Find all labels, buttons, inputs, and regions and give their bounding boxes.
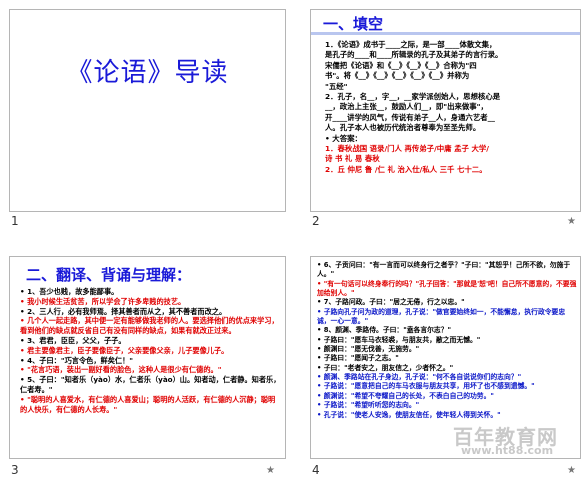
slide-text-line: • 7、子路问政。子曰："居之无倦，行之以忠。" [317, 298, 465, 307]
slide-4-star-icon: ★ [567, 465, 576, 476]
slide-2-line: 1．《论语》成书于____之际，是一部____体散文集， [325, 40, 497, 49]
slide-text-line: • 君主要像君主，臣子要像臣子，父亲要像父亲，儿子要像儿子。 [20, 345, 229, 355]
slide-2-answer: 2．丘 仲尼 鲁 /仁 礼 治入仕/私人 三千 七十二。 [325, 164, 487, 174]
slide-text-line: • 8、颜渊、季路侍。子曰："盍各言尔志？" [317, 326, 452, 335]
slide-text-line: • "花言巧语，装出一副好看的脸色，这种人是很少有仁德的。" [20, 365, 222, 375]
slide-text-line: • 孔子说："使老人安逸，使朋友信任，使年轻人得到关怀。" [317, 410, 501, 419]
slide-4-body: • 6、子贡问曰："有一言而可以终身行之者乎？"子曰："其恕乎！己所不欲，勿施于… [317, 261, 577, 420]
slide-text-line: • 子路说："愿意把自己的车马衣服与朋友共享，用坏了也不感到遗憾。" [317, 382, 535, 391]
slide-2-answer: 1．春秋战国 语录/门人 再传弟子/中庸 孟子 大学/ [325, 144, 489, 154]
slide-2-answer: 诗 书 礼 易 春秋 [325, 154, 380, 164]
slide-2-line: 2．孔子，名__，字__，__家学派创始人，思想核心是 [325, 92, 501, 102]
slide-3-thumbnail[interactable]: 二、翻译、背诵与理解： • 1、吾少也贱，故多能鄙事。 • 我小时候生活贫苦，所以… [9, 256, 286, 459]
slide-text-line: • 1、吾少也贱，故多能鄙事。 [20, 287, 119, 296]
slide-3-star-icon: ★ [266, 465, 275, 476]
slide-2-thumbnail[interactable]: 一、填空 1．《论语》成书于____之际，是一部____体散文集， 是孔子的__… [310, 9, 581, 212]
slide-4-thumbnail[interactable]: • 6、子贡问曰："有一言而可以终身行之者乎？"子曰："其恕乎！己所不欲，勿施于… [310, 256, 581, 459]
slide-3-heading: 二、翻译、背诵与理解： [26, 266, 192, 284]
slide-text-line: • 颜渊说："希望不夸耀自己的长处，不表白自己的功劳。" [317, 391, 494, 400]
slide-text-line: • 4、子曰："巧言令色，鲜矣仁！" [20, 355, 134, 365]
slide-text-line: • 子路向孔子问为政的道理，孔子说："做官要始终如一，不能懈怠，执行政令要忠诚，… [317, 307, 566, 326]
slide-2-line: "五经" [325, 81, 348, 91]
slide-text-line: • 子曰："老者安之，朋友信之，少者怀之。" [317, 363, 454, 372]
slide-1-number: 1 [11, 214, 19, 228]
slide-2-line: 人。孔子本人也被历代统治者尊奉为至圣先师。 [325, 123, 481, 133]
slide-text-line: • 3、君君，臣臣，父父，子子。 [20, 335, 126, 345]
slide-2-body: 1．《论语》成书于____之际，是一部____体散文集， 是孔子的____和__… [325, 40, 570, 175]
slide-text-line: • 子路曰："愿闻子之志。" [317, 354, 399, 363]
slide-3-number: 3 [11, 463, 19, 477]
slide-3-body: • 1、吾少也贱，故多能鄙事。 • 我小时候生活贫苦，所以学会了许多卑贱的技艺。 •… [20, 287, 282, 414]
slide-2-heading: 一、填空 [323, 15, 384, 33]
slide-1-title: 《论语》导读 [66, 58, 229, 88]
slide-text-line: • 几个人一起走路，其中便一定有能够做我老师的人。要选择他们的优点来学习，看到他… [20, 316, 279, 336]
slide-text-line: • "聪明的人喜爱水，有仁德的人喜爱山；聪明的人活跃，有仁德的人沉静；聪明的人快… [20, 394, 276, 414]
slide-2-line: __，政治上主张__，鼓励人们__，即"出来做事"， [325, 102, 488, 112]
slide-2-line: 宋儒把《论语》和《__》《__》《__》合称为"四 [325, 60, 477, 70]
slide-2-divider [311, 32, 580, 35]
slide-text-line: • 子路说："希望听听您的志向。" [317, 401, 420, 410]
slide-2-number: 2 [312, 214, 320, 228]
slide-text-line: • 5、子曰："知者乐（yào）水，仁者乐（yào）山。知者动，仁者静。知者乐，… [20, 375, 281, 394]
slide-text-line: • 2、三人行，必有我师焉。择其善者而从之，其不善者而改之。 [20, 306, 227, 316]
slide-text-line: • "有一句话可以终身奉行的吗？"孔子回答："那就是'恕'吧！自己所不愿意的，不… [317, 279, 577, 298]
slide-text-line: • 6、子贡问曰："有一言而可以终身行之者乎？"子曰："其恕乎！己所不欲，勿施于… [317, 261, 571, 279]
slide-text-line: • 子路曰："愿车马衣轻裘，与朋友共，敝之而无憾。" [317, 335, 481, 344]
slide-2-line: 开____讲学的风气，传说有弟子__人，身通六艺者__ [325, 112, 495, 122]
slide-2-line: • 大答案： [325, 133, 362, 143]
slide-2-line: 是孔子的____和____所辑录的孔子及其弟子的言行录。 [325, 50, 503, 60]
watermark-url: www.ht88.com [461, 444, 554, 457]
slide-1-thumbnail[interactable]: 《论语》导读 [9, 9, 286, 212]
slide-2-line: 书"。将《__》《__》《__》《__》《__》并称为 [325, 71, 470, 81]
slide-4-number: 4 [312, 463, 320, 477]
slide-text-line: • 我小时候生活贫苦，所以学会了许多卑贱的技艺。 [20, 296, 186, 306]
slide-2-star-icon: ★ [567, 216, 576, 227]
